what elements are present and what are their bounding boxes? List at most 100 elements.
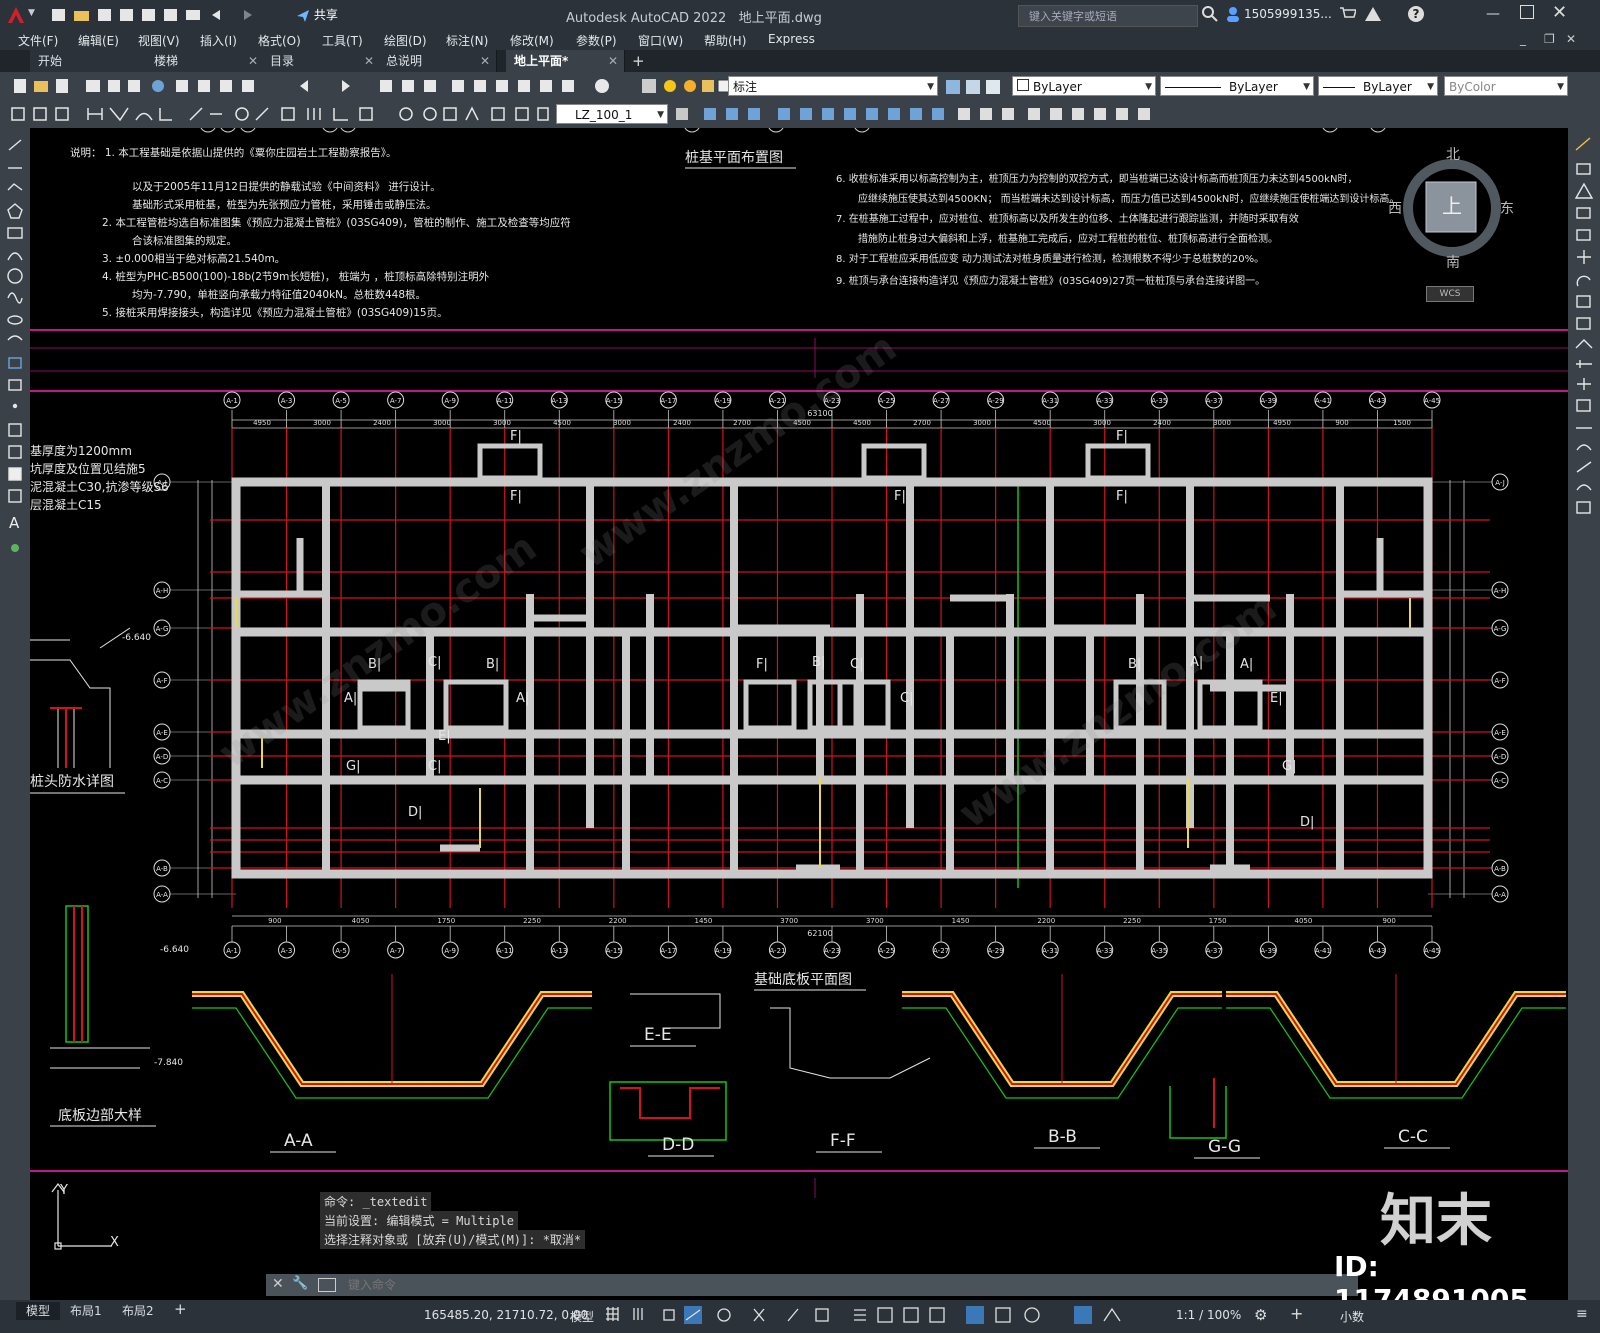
minimize-icon[interactable]: — <box>1486 6 1500 22</box>
viewcube-north[interactable]: 北 <box>1446 144 1460 164</box>
axis-label: A-33 <box>1097 947 1113 955</box>
autocad-logo-icon[interactable] <box>6 5 26 25</box>
dim-text: 4050 <box>1295 917 1313 925</box>
menu-draw[interactable]: 绘图(D) <box>384 32 427 49</box>
viewcube[interactable]: 北 南 东 西 上 WCS <box>1388 147 1516 302</box>
cart-icon[interactable] <box>1340 7 1357 24</box>
block-name-dropdown[interactable]: LZ_100_1 ▼ <box>556 104 668 124</box>
viewcube-south[interactable]: 南 <box>1446 252 1460 272</box>
annotation-scale[interactable]: 1:1 / 100% <box>1176 1308 1241 1322</box>
linetype-dropdown[interactable]: ByLayer ▼ <box>1160 76 1314 96</box>
tab-contents[interactable]: 目录 ✕ <box>262 50 381 72</box>
coordinate-readout[interactable]: 165485.20, 21710.72, 0.00 <box>424 1308 588 1322</box>
layout-tab-2[interactable]: 布局2 <box>122 1302 154 1320</box>
doc-minimize-icon[interactable]: _ <box>1520 32 1526 46</box>
new-tab-icon[interactable]: + <box>632 52 645 70</box>
search-placeholder: 键入关键字或短语 <box>1029 10 1117 23</box>
menu-dimension[interactable]: 标注(N) <box>446 32 488 49</box>
quick-access-toolbar <box>52 6 292 27</box>
axis-label: A-15 <box>606 397 622 405</box>
doc-restore-icon[interactable]: ❐ <box>1544 32 1555 46</box>
viewcube-east[interactable]: 东 <box>1500 198 1514 218</box>
tab-stairs[interactable]: 楼梯 ✕ <box>146 50 265 72</box>
dim-text: 3700 <box>780 917 798 925</box>
standard-toolbar: 标注 ▼ ByLayer ▼ ByLayer ▼ ByLayer ▼ ByColor ▼ <box>0 72 1600 100</box>
draw-tools-icons[interactable]: A <box>0 128 30 568</box>
tab-general-notes[interactable]: 总说明 ✕ <box>378 50 497 72</box>
menu-window[interactable]: 窗口(W) <box>638 32 683 49</box>
dim-text: 3000 <box>433 419 451 427</box>
viewcube-west[interactable]: 西 <box>1388 198 1402 218</box>
help-icon[interactable]: ? <box>1408 6 1424 22</box>
menu-tools[interactable]: 工具(T) <box>322 32 363 49</box>
menu-edit[interactable]: 编辑(E) <box>78 32 119 49</box>
axis-label: A-43 <box>1369 947 1385 955</box>
note-line: 4. 桩型为PHC-B500(100)-18b(2节9m长短桩)， 桩端为 ，桩… <box>102 270 490 283</box>
autodesk-a360-icon[interactable] <box>1364 6 1382 25</box>
app-menu-chevron-icon[interactable]: ▼ <box>28 8 35 18</box>
maximize-icon[interactable] <box>1520 5 1534 19</box>
user-name[interactable]: 1505999135... <box>1244 7 1332 21</box>
section-title: C-C <box>1398 1127 1428 1147</box>
axis-label: A-13 <box>551 397 567 405</box>
menu-file[interactable]: 文件(F) <box>18 32 58 49</box>
menu-parametric[interactable]: 参数(P) <box>576 32 617 49</box>
dimension-tools-icons[interactable] <box>10 105 550 123</box>
lineweight-dropdown[interactable]: ByLayer ▼ <box>1318 76 1438 96</box>
tab-above-ground-plan[interactable]: 地上平面* ✕ <box>506 50 625 72</box>
menu-modify[interactable]: 修改(M) <box>510 32 554 49</box>
units-display[interactable]: 小数 <box>1340 1308 1364 1325</box>
axis-label: A-41 <box>1315 947 1331 955</box>
axis-label: A-29 <box>988 947 1004 955</box>
close-command-icon[interactable]: ✕ <box>272 1276 284 1292</box>
close-icon[interactable]: ✕ <box>1552 2 1567 23</box>
dim-text: 4950 <box>253 419 271 427</box>
watermark-id: ID: 1174891005 <box>1334 1250 1529 1300</box>
axis-label: A-B <box>156 865 168 873</box>
tab-label: 开始 <box>38 54 63 68</box>
edge-detail-title: 底板边部大样 <box>58 1108 142 1124</box>
axis-label: A-25 <box>879 947 895 955</box>
search-icon[interactable] <box>1202 6 1218 22</box>
modify-tools-icons[interactable] <box>674 105 1154 123</box>
viewcube-top-face[interactable]: 上 <box>1442 190 1462 219</box>
menu-format[interactable]: 格式(O) <box>258 32 301 49</box>
search-box[interactable]: 键入关键字或短语 <box>1018 5 1198 27</box>
menu-insert[interactable]: 插入(I) <box>200 32 237 49</box>
layer-dropdown[interactable]: 标注 ▼ <box>728 76 938 96</box>
doc-close-icon[interactable]: ✕ <box>1566 32 1576 46</box>
modify-tools-icons-vertical[interactable] <box>1568 128 1600 528</box>
command-history-icon[interactable] <box>318 1278 336 1292</box>
layout-tab-1[interactable]: 布局1 <box>70 1302 102 1320</box>
share-button[interactable]: 共享 <box>296 6 338 23</box>
wcs-dropdown[interactable]: WCS <box>1426 286 1474 302</box>
drafting-toggles[interactable] <box>604 1306 1164 1326</box>
color-dropdown[interactable]: ByLayer ▼ <box>1012 76 1156 96</box>
layout-tab-model[interactable]: 模型 <box>16 1302 61 1320</box>
axis-label: A-D <box>1494 753 1507 761</box>
drawing-canvas[interactable]: A-1 A-1 A-3 A-3 A-5 A-5 A-7 A-7 A-9 A-9 A-11 A-11 A-… <box>30 128 1568 1300</box>
tab-close-icon[interactable]: ✕ <box>608 50 618 72</box>
standard-tools-icons[interactable] <box>10 77 650 95</box>
new-layout-icon[interactable]: + <box>174 1300 187 1318</box>
menu-view[interactable]: 视图(V) <box>138 32 180 49</box>
tab-close-icon[interactable]: ✕ <box>480 50 490 72</box>
wrench-icon[interactable]: 🔧 <box>292 1276 308 1291</box>
model-space-toggle[interactable]: 模型 <box>570 1308 594 1325</box>
layer-state-icons[interactable] <box>640 76 731 99</box>
axis-label: A-5 <box>335 947 347 955</box>
plotstyle-dropdown[interactable]: ByColor ▼ <box>1444 76 1568 96</box>
axis-label: A-41 <box>1315 397 1331 405</box>
user-icon[interactable] <box>1226 6 1240 22</box>
plus-icon[interactable]: + <box>1290 1304 1303 1323</box>
tab-close-icon[interactable]: ✕ <box>248 50 258 72</box>
customize-icon[interactable]: ≡ <box>1576 1306 1588 1322</box>
layer-tools-icons[interactable] <box>944 78 1008 96</box>
menu-express[interactable]: Express <box>768 32 815 46</box>
tab-start[interactable]: 开始 <box>30 50 149 72</box>
draw-toolbar-vertical: A <box>0 128 30 1300</box>
tab-close-icon[interactable]: ✕ <box>364 50 374 72</box>
menu-help[interactable]: 帮助(H) <box>704 32 746 49</box>
gear-icon[interactable]: ⚙ <box>1254 1306 1267 1324</box>
command-input[interactable] <box>346 1275 1350 1295</box>
